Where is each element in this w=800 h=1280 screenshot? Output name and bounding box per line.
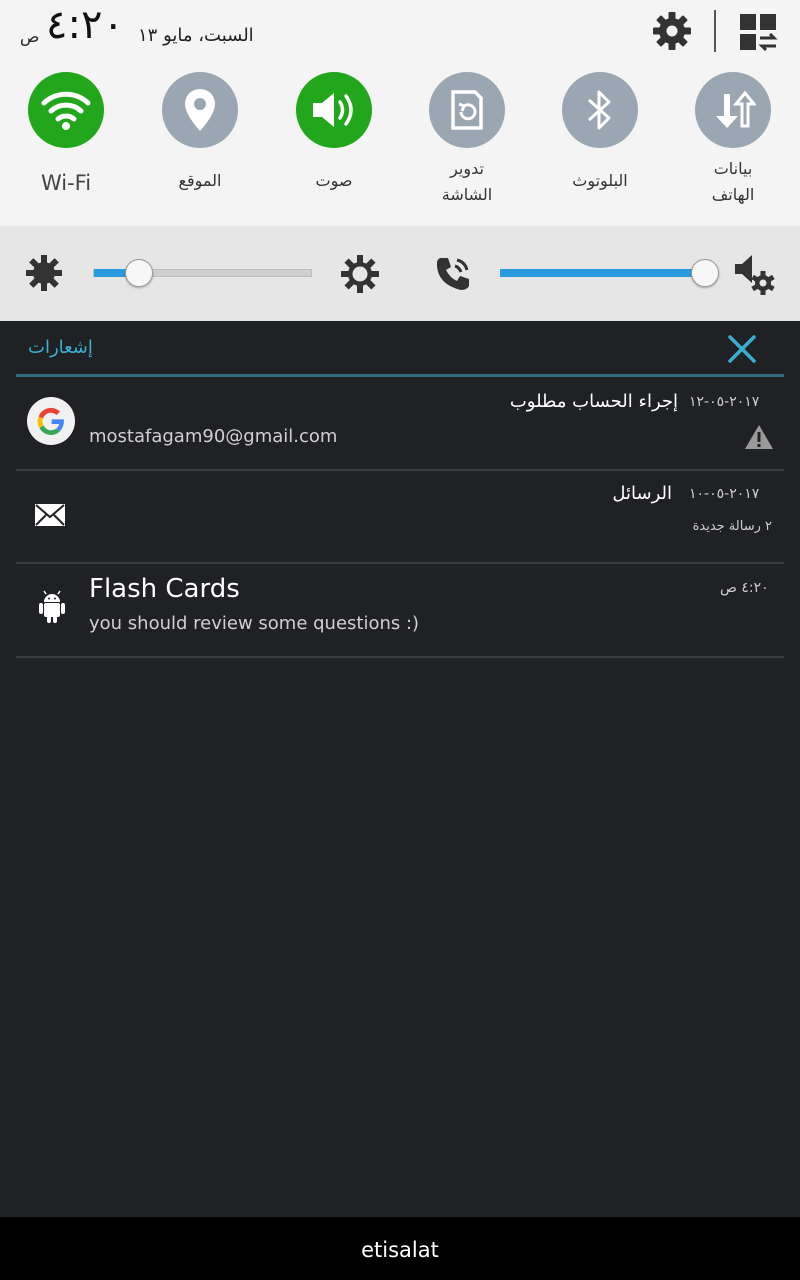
notifications-header: إشعارات: [16, 321, 784, 377]
volume-slider[interactable]: [500, 269, 707, 277]
sound-label: صوت: [315, 171, 353, 190]
notification-flash-cards[interactable]: ٤:٢٠ ص Flash Cards you should review som…: [16, 564, 784, 658]
status-ampm: ص: [20, 27, 40, 46]
volume-slider-fill: [500, 269, 705, 277]
mobile-data-label: بيانات الهاتف: [668, 156, 798, 208]
rotate-screen-icon: [451, 90, 483, 130]
notification-date: ٢٠١٧-٠٥-١٠: [689, 486, 760, 502]
notification-text: you should review some questions :): [89, 613, 420, 634]
wifi-toggle[interactable]: Wi-Fi: [1, 72, 131, 196]
quick-settings-panel: ص ٤:٢٠ السبت، مايو ١٣ Wi-Fi الموقع صوت ت…: [0, 0, 800, 226]
sound-toggle-circle[interactable]: [296, 72, 372, 148]
sliders-panel: [0, 226, 800, 321]
location-toggle-circle[interactable]: [162, 72, 238, 148]
status-date: السبت، مايو ١٣: [138, 25, 254, 46]
notification-text: ٢ رسالة جديدة: [692, 519, 772, 534]
notification-date: ٢٠١٧-٠٥-١٢: [689, 394, 760, 410]
wifi-label: Wi-Fi: [40, 171, 92, 195]
notification-date: ٤:٢٠ ص: [720, 580, 769, 596]
status-clock: ٤:٢٠: [46, 2, 124, 48]
rotate-toggle-circle[interactable]: [429, 72, 505, 148]
rotate-label-line1: تدوير: [450, 159, 484, 178]
location-pin-icon: [185, 89, 215, 131]
mobile-data-icon: [716, 90, 756, 128]
notifications-title: إشعارات: [28, 337, 93, 358]
wifi-toggle-circle[interactable]: [28, 72, 104, 148]
bluetooth-toggle[interactable]: البلوتوث: [535, 72, 665, 194]
mobile-data-toggle-circle[interactable]: [695, 72, 771, 148]
mobile-data-label-line2: الهاتف: [711, 185, 755, 204]
location-toggle[interactable]: الموقع: [135, 72, 265, 194]
sound-settings-icon[interactable]: [733, 252, 777, 296]
phone-call-icon: [436, 258, 469, 290]
carrier-label: etisalat: [0, 1217, 800, 1280]
volume-slider-thumb[interactable]: [691, 259, 719, 287]
android-icon: [39, 590, 65, 623]
mobile-data-label-line1: بيانات: [713, 159, 753, 178]
brightness-low-icon: [26, 255, 62, 291]
notification-google-account[interactable]: ٢٠١٧-٠٥-١٢ إجراء الحساب مطلوب mostafagam…: [16, 380, 784, 471]
speaker-icon: [313, 93, 353, 127]
settings-gear-icon[interactable]: [651, 10, 693, 52]
brightness-slider-thumb[interactable]: [125, 259, 153, 287]
edit-toggles-icon[interactable]: [738, 12, 780, 52]
envelope-icon: [35, 504, 65, 526]
notification-messages[interactable]: ٢٠١٧-٠٥-١٠ الرسائل ٢ رسالة جديدة: [16, 471, 784, 564]
notification-text: mostafagam90@gmail.com: [89, 426, 338, 447]
bluetooth-toggle-circle[interactable]: [562, 72, 638, 148]
rotate-label-line2: الشاشة: [441, 185, 493, 204]
google-icon: [27, 397, 75, 445]
clear-all-close-icon[interactable]: [726, 333, 758, 365]
bluetooth-label: البلوتوث: [572, 171, 628, 190]
notification-title: الرسائل: [612, 483, 672, 504]
bluetooth-icon: [587, 90, 611, 130]
notification-title: إجراء الحساب مطلوب: [509, 391, 678, 412]
warning-icon: [745, 425, 773, 449]
notification-title: Flash Cards: [89, 574, 240, 604]
rotate-toggle[interactable]: تدوير الشاشة: [402, 72, 532, 208]
location-label: الموقع: [178, 171, 222, 190]
mobile-data-toggle[interactable]: بيانات الهاتف: [668, 72, 798, 208]
brightness-high-icon: [341, 255, 379, 293]
sound-toggle[interactable]: صوت: [269, 72, 399, 194]
rotate-label: تدوير الشاشة: [402, 156, 532, 208]
wifi-icon: [41, 91, 91, 130]
header-divider: [714, 10, 716, 52]
